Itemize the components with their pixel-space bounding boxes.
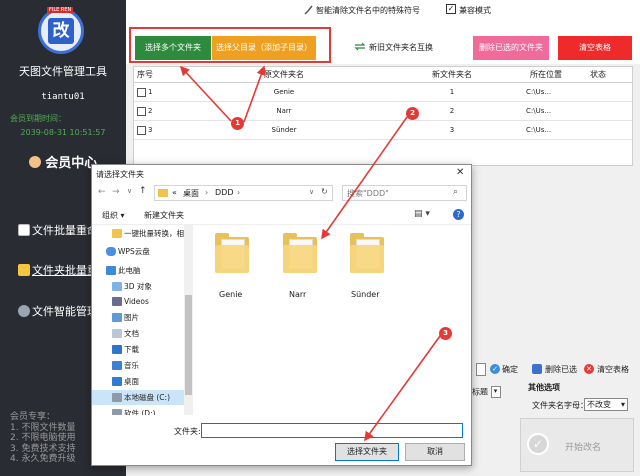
arrow-2: [321, 116, 408, 240]
arrow-1b: [243, 65, 266, 123]
arrow-1a: [179, 65, 232, 122]
annotation-arrows: [179, 65, 441, 442]
arrow-3: [364, 335, 441, 442]
